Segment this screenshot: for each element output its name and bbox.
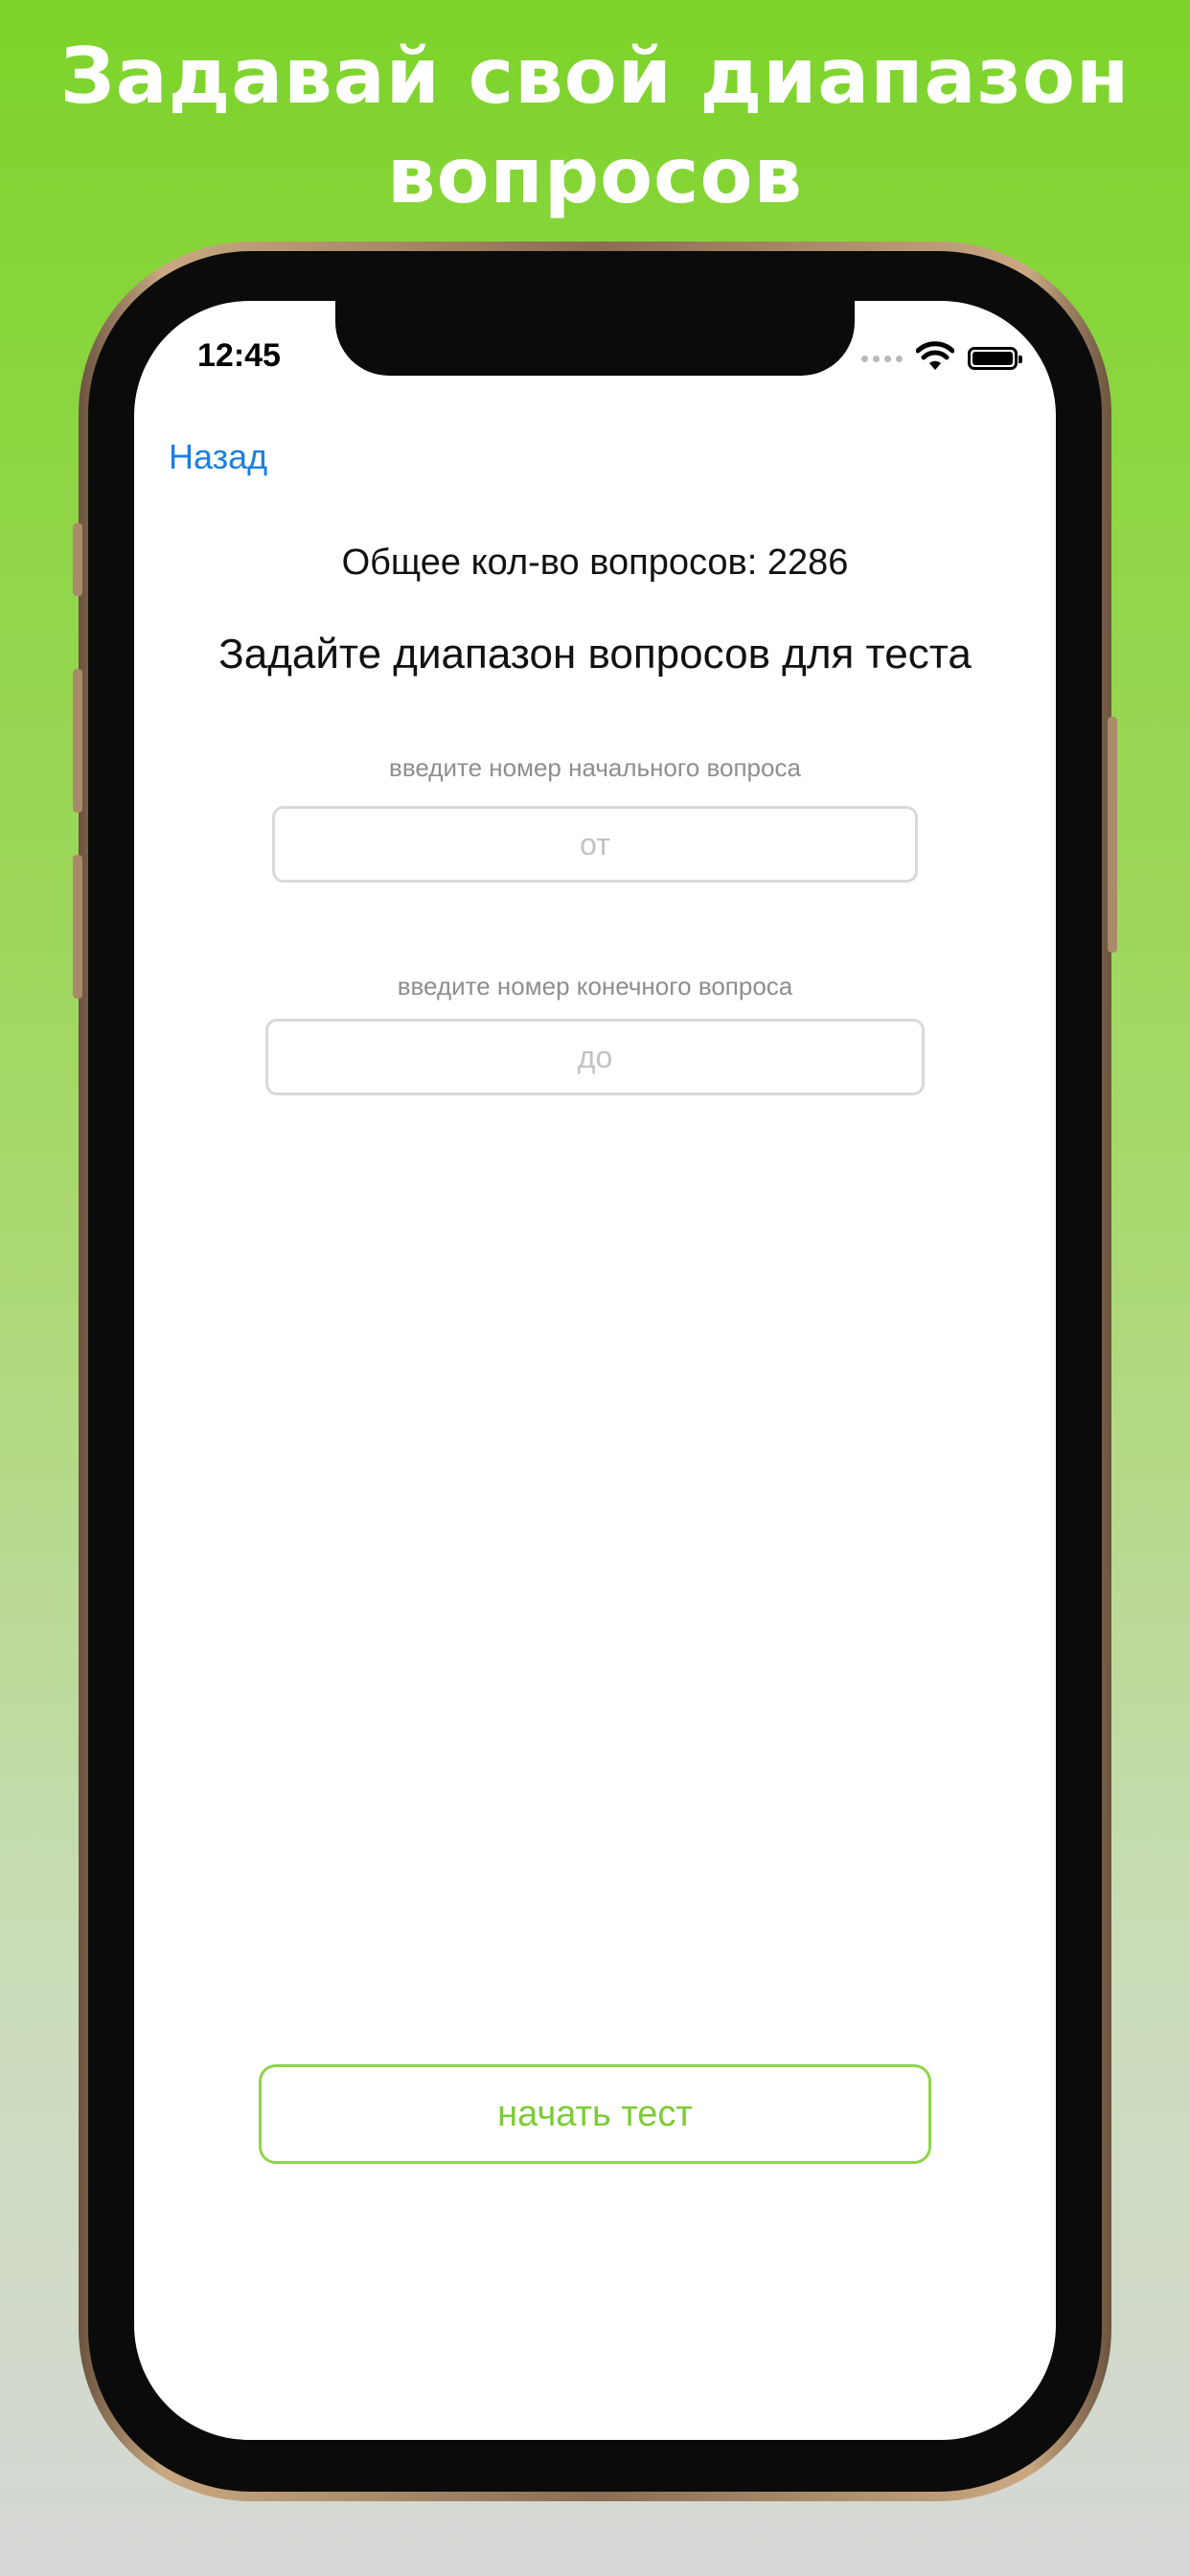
total-questions-count: Общее кол-во вопросов: 2286 bbox=[341, 542, 849, 583]
end-question-input[interactable] bbox=[265, 1019, 925, 1095]
phone-notch bbox=[335, 301, 855, 376]
app-screen: 12:45 Назад Общее кол-во вопросов: 2286 … bbox=[134, 301, 1056, 2440]
start-question-hint: введите номер начального вопроса bbox=[389, 753, 801, 782]
status-icons bbox=[861, 341, 1022, 376]
cellular-signal-icon bbox=[861, 355, 903, 362]
start-question-input[interactable] bbox=[272, 806, 918, 883]
page-title: Задайте диапазон вопросов для теста bbox=[218, 631, 972, 678]
start-test-button[interactable]: начать тест bbox=[259, 2064, 931, 2164]
back-button[interactable]: Назад bbox=[169, 437, 267, 477]
phone-volume-up-button bbox=[73, 669, 82, 813]
battery-icon bbox=[968, 347, 1022, 370]
phone-side-button bbox=[73, 523, 82, 596]
headline-line-2: вопросов bbox=[386, 131, 804, 220]
phone-power-button bbox=[1108, 717, 1117, 953]
promo-headline: Задавай свой диапазон вопросов bbox=[0, 27, 1190, 226]
headline-line-1: Задавай свой диапазон bbox=[59, 32, 1131, 121]
status-time: 12:45 bbox=[197, 337, 281, 374]
wifi-icon bbox=[915, 341, 955, 376]
end-question-hint: введите номер конечного вопроса bbox=[397, 972, 793, 1000]
phone-volume-down-button bbox=[73, 855, 82, 999]
